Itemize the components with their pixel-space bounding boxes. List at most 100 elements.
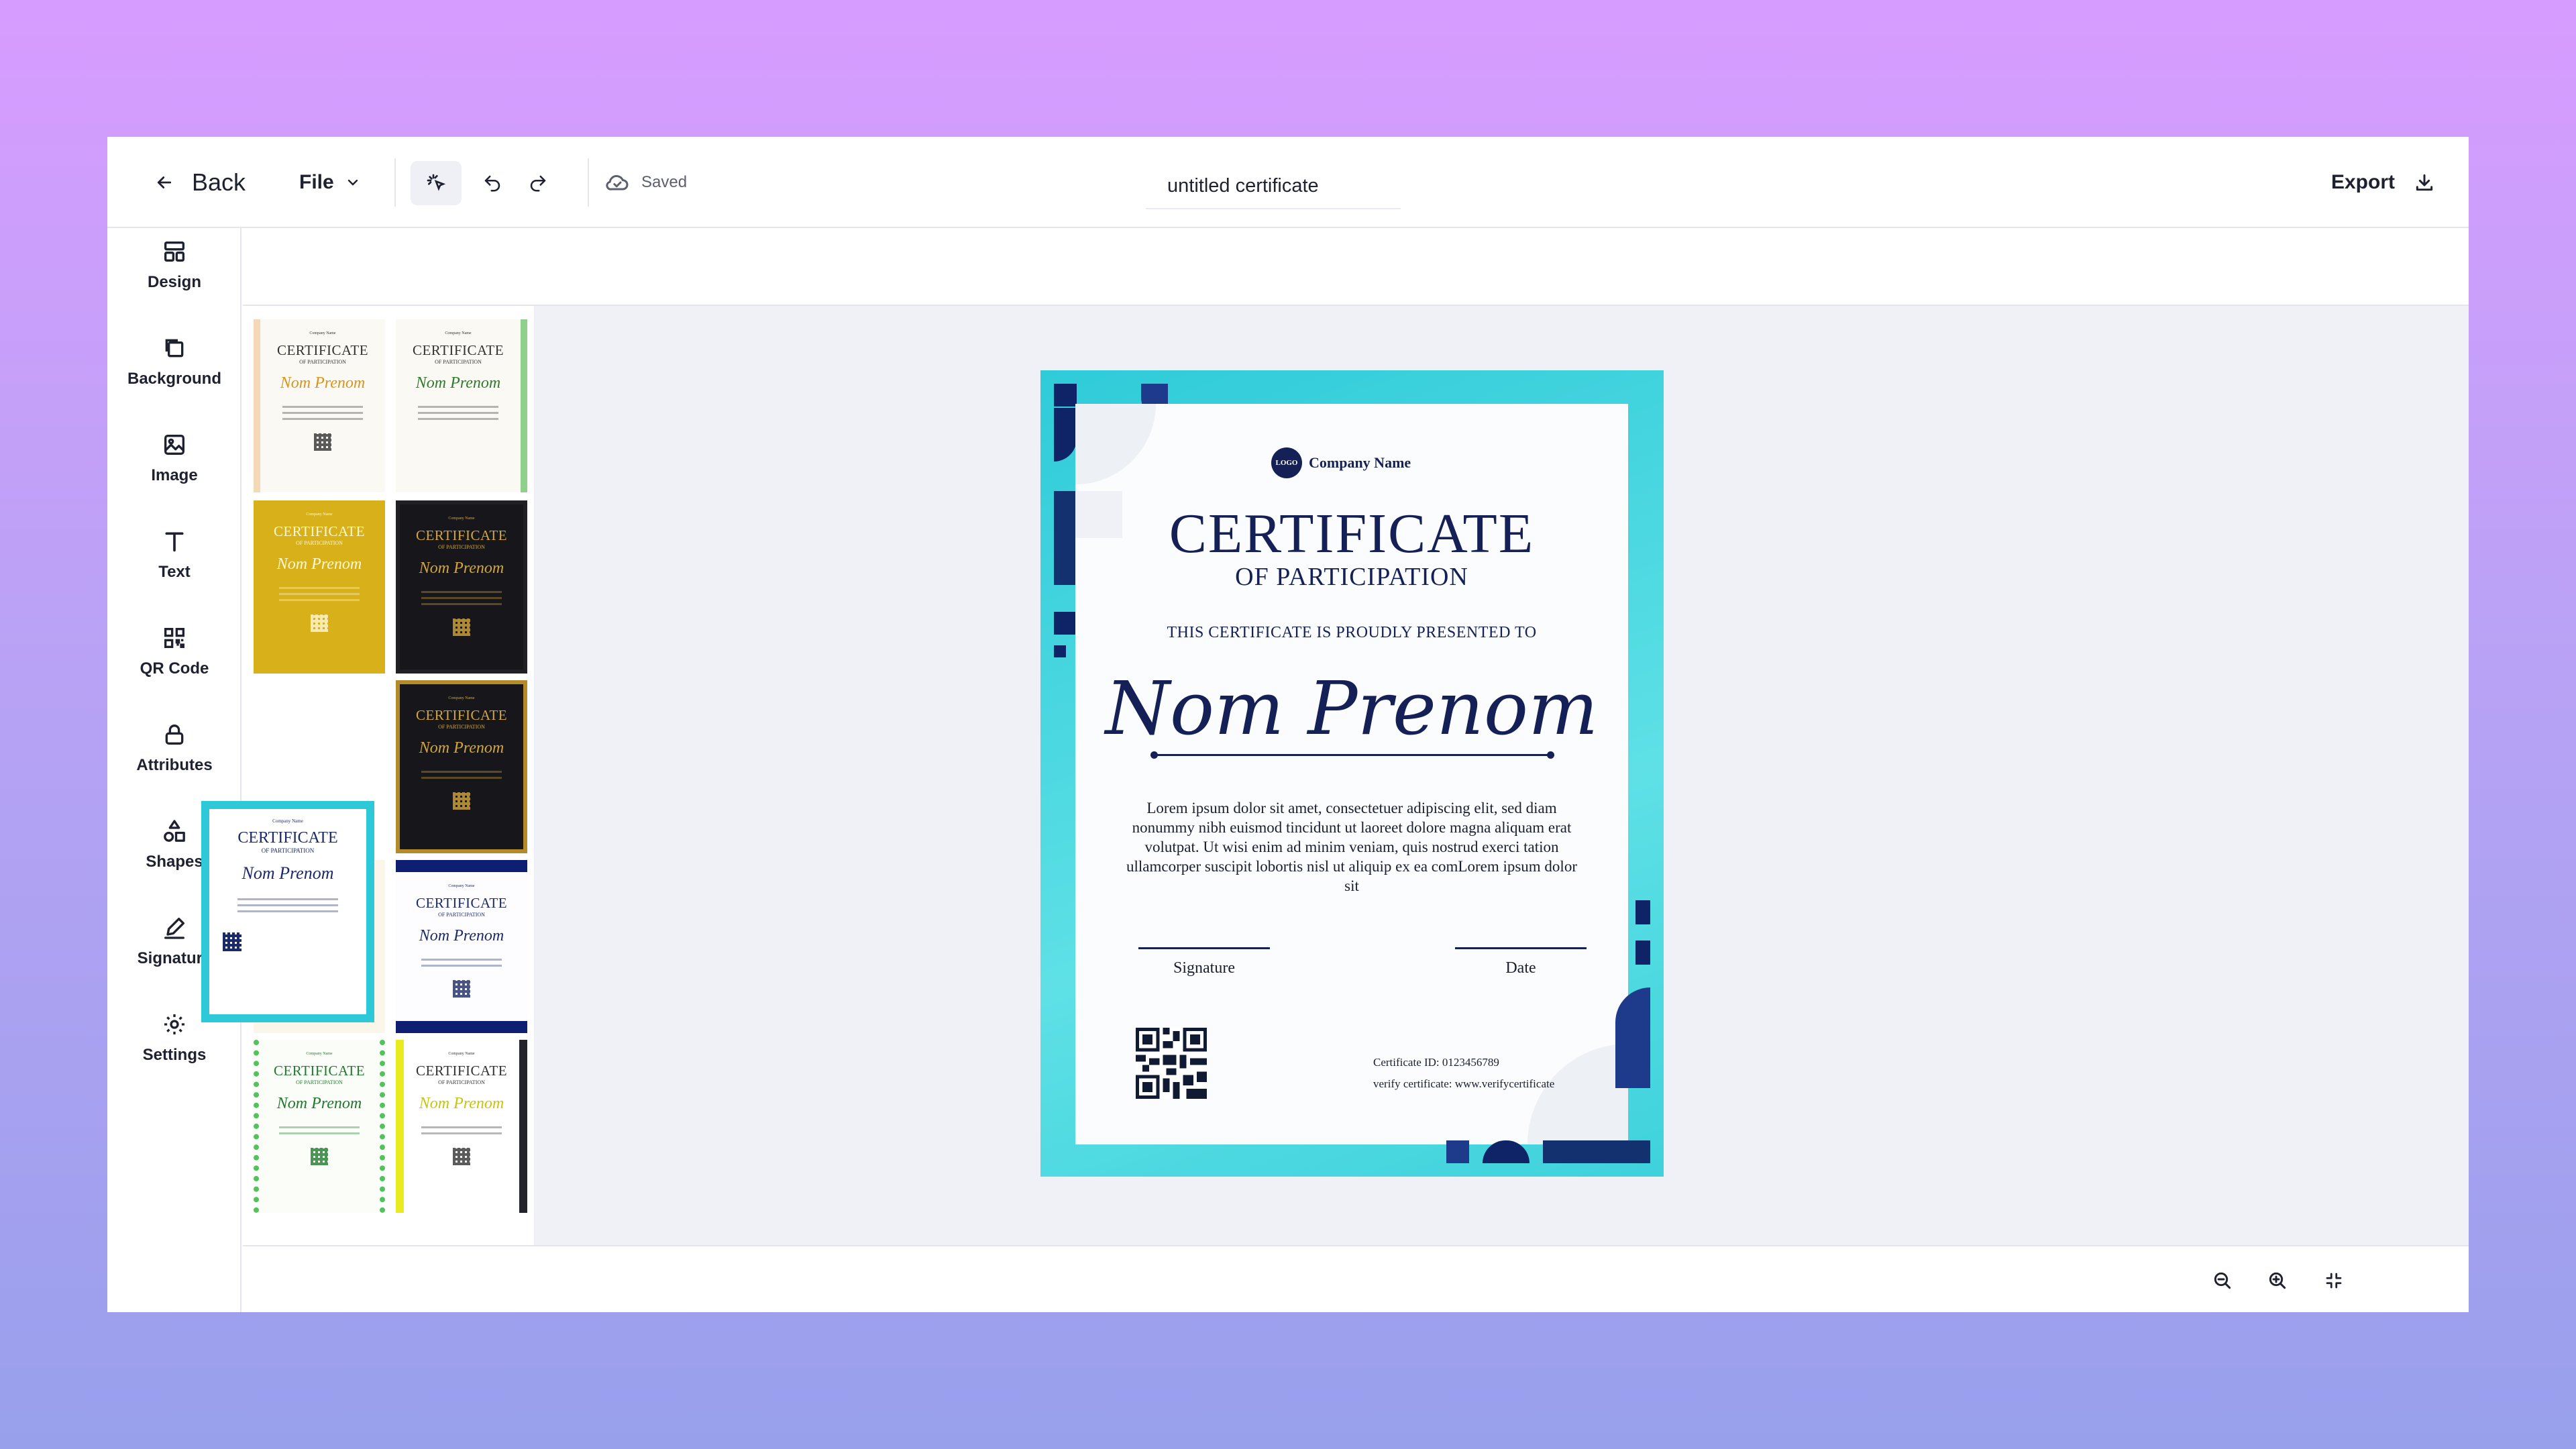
sidebar-item-label: Settings [142,1046,207,1064]
sidebar-item-label: Design [147,273,201,291]
bottom-toolbar [243,1245,2469,1312]
undo-icon [484,175,500,192]
pen-icon [164,918,184,939]
thumb-name: Nom Prenom [419,739,504,757]
certificate-title[interactable]: CERTIFICATE [1075,501,1628,566]
cloud-check-icon [606,175,629,191]
name-underline [1150,751,1554,759]
download-icon [2416,174,2433,191]
thumb-body-lines [237,894,338,916]
document-title-input[interactable]: untitled certificate [1146,164,1401,209]
template-thumbnail[interactable]: Company Name CERTIFICATE OF PARTICIPATIO… [254,1040,385,1213]
sidebar-item-image[interactable]: Image [107,421,241,495]
file-label: File [299,171,334,193]
qr-code-icon [164,628,184,648]
qr-code[interactable] [1136,1028,1207,1099]
thumb-subtitle: OF PARTICIPATION [438,544,485,550]
back-label: Back [192,168,246,196]
thumb-qr [311,614,328,632]
thumb-qr [314,433,331,451]
decor-tile [1054,408,1077,462]
magic-cursor-icon [427,174,446,191]
thumb-logo: Company Name [272,818,303,824]
thumb-qr [311,1148,328,1165]
template-panel: Company Name CERTIFICATE OF PARTICIPATIO… [243,306,534,1245]
redo-icon [530,175,546,192]
thumb-subtitle: OF PARTICIPATION [438,724,485,730]
verify-url[interactable]: verify certificate: www.verifycertificat… [1373,1077,1554,1091]
thumb-body-lines [421,767,502,783]
thumb-subtitle: OF PARTICIPATION [296,540,343,546]
decor-tile [1527,1044,1628,1144]
fit-screen-button[interactable] [2316,1263,2352,1299]
sidebar-item-text[interactable]: Text [107,518,241,592]
template-thumbnail[interactable]: Company Name CERTIFICATE OF PARTICIPATIO… [396,680,527,853]
thumb-body-lines [282,402,363,424]
date-line [1455,947,1587,949]
certificate-page[interactable]: LOGO Company Name CERTIFICATE OF PARTICI… [1040,370,1664,1177]
decor-tile [1635,941,1650,965]
thumb-title: CERTIFICATE [237,829,338,847]
decor-tile [1615,987,1650,1088]
template-thumbnail[interactable]: Company Name CERTIFICATE OF PARTICIPATIO… [396,319,527,492]
save-status-label: Saved [641,173,688,191]
toolbar-divider [588,158,589,207]
sidebar-item-attributes[interactable]: Attributes [107,711,241,785]
company-block[interactable]: LOGO Company Name [1271,447,1411,479]
decor-tile [1635,900,1650,924]
magic-select-button[interactable] [411,161,462,205]
thumb-logo: Company Name [309,331,336,335]
lock-icon [165,724,184,745]
thumb-body-lines [421,955,502,971]
certificate-paper: LOGO Company Name CERTIFICATE OF PARTICI… [1075,404,1628,1144]
thumb-qr [453,619,470,636]
template-thumbnail[interactable]: Company Name CERTIFICATE OF PARTICIPATIO… [396,500,527,674]
undo-button[interactable] [467,161,518,205]
top-toolbar: Back File Saved untitled certificate Exp… [107,137,2469,228]
sidebar-item-background[interactable]: Background [107,325,241,398]
thumb-title: CERTIFICATE [273,523,366,539]
export-button[interactable]: Export [2331,162,2435,203]
decor-tile [1054,612,1077,635]
thumb-title: CERTIFICATE [273,1063,366,1079]
recipient-name[interactable]: Nom Prenom [1075,665,1628,751]
presented-to-text[interactable]: THIS CERTIFICATE IS PROUDLY PRESENTED TO [1075,624,1628,642]
chevron-down-icon [347,179,358,186]
template-thumbnail-selected[interactable]: Company Name CERTIFICATE OF PARTICIPATIO… [201,801,374,1022]
zoom-out-icon [2214,1272,2231,1289]
file-menu-button[interactable]: File [299,162,361,203]
thumb-name: Nom Prenom [419,559,504,577]
export-label: Export [2330,171,2395,193]
thumb-qr [453,792,470,810]
zoom-in-button[interactable] [2259,1263,2296,1299]
zoom-out-button[interactable] [2204,1263,2241,1299]
thumb-logo: Company Name [448,696,475,700]
thumb-logo: Company Name [445,331,472,335]
template-thumbnail[interactable]: Company Name CERTIFICATE OF PARTICIPATIO… [396,860,527,1033]
template-thumbnail[interactable]: Company Name CERTIFICATE OF PARTICIPATIO… [254,500,385,674]
template-thumbnail[interactable]: Company Name CERTIFICATE OF PARTICIPATIO… [254,319,385,492]
fit-screen-icon [2326,1273,2342,1289]
thumb-subtitle: OF PARTICIPATION [438,1079,485,1085]
certificate-body-text[interactable]: Lorem ipsum dolor sit amet, consectetuer… [1126,798,1577,896]
redo-button[interactable] [513,161,564,205]
sidebar-item-label: Signature [137,949,212,967]
thumb-subtitle: OF PARTICIPATION [438,912,485,918]
decor-tile [1543,1140,1650,1163]
template-thumbnail[interactable]: Company Name CERTIFICATE OF PARTICIPATIO… [396,1040,527,1213]
toolbar-divider [394,158,396,207]
decor-tile [1054,645,1066,657]
decor-tile [1446,1140,1469,1163]
gear-icon [164,1014,184,1034]
sidebar-item-design[interactable]: Design [107,228,241,302]
sidebar-item-label: Background [127,370,221,388]
certificate-subtitle[interactable]: OF PARTICIPATION [1075,562,1628,592]
signature-label[interactable]: Signature [1138,959,1270,977]
sidebar-item-qr-code[interactable]: QR Code [107,614,241,688]
date-label[interactable]: Date [1455,959,1587,977]
back-button[interactable]: Back [154,162,246,203]
thumb-title: CERTIFICATE [412,342,504,358]
thumb-logo: Company Name [448,517,475,521]
certificate-id[interactable]: Certificate ID: 0123456789 [1373,1056,1499,1069]
thumb-name: Nom Prenom [419,927,504,945]
